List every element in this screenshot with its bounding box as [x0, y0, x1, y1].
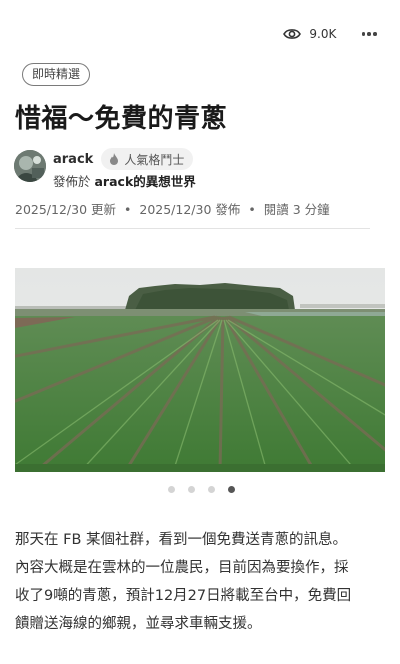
body-paragraph-line: 那天在 FB 某個社群，看到一個免費送青蔥的訊息。	[15, 532, 348, 548]
carousel-dot[interactable]	[208, 486, 215, 493]
article-title: 惜福～免費的青蔥	[15, 104, 228, 134]
author-badge: 人氣格鬥士	[101, 148, 194, 170]
view-count: 9.0K	[309, 27, 337, 41]
carousel-dot[interactable]	[168, 486, 175, 493]
divider	[15, 228, 370, 229]
author-line: arack 人氣格鬥士	[53, 148, 194, 170]
updated-date: 2025/12/30 更新	[15, 202, 117, 217]
meta-separator: •	[124, 202, 132, 217]
meta-separator: •	[248, 202, 256, 217]
blog-link[interactable]: arack的異想世界	[95, 174, 196, 189]
article-meta: 2025/12/30 更新 • 2025/12/30 發佈 • 閱讀 3 分鐘	[15, 199, 330, 218]
category-tag[interactable]: 即時精選	[22, 63, 91, 86]
body-paragraph-line: 內容大概是在雲林的一位農民，目前因為要換作，採	[15, 560, 349, 576]
top-bar: 9.0K	[283, 22, 378, 46]
carousel-indicator	[168, 486, 248, 493]
reading-time: 閱讀 3 分鐘	[263, 202, 330, 217]
carousel-dot[interactable]	[188, 486, 195, 493]
flame-icon	[110, 153, 119, 165]
author-name[interactable]: arack	[53, 152, 93, 167]
carousel-dot-active[interactable]	[228, 486, 235, 493]
body-paragraph-line: 收了9噸的青蔥，預計12月27日將載至台中，免費回	[15, 588, 352, 604]
article-photo[interactable]	[15, 268, 385, 472]
author-badge-label: 人氣格鬥士	[124, 152, 185, 167]
more-dots-icon[interactable]	[360, 22, 378, 46]
publish-line: 發佈於 arack的異想世界	[53, 171, 196, 190]
author-avatar[interactable]	[14, 150, 46, 182]
article-page: 9.0K 即時精選 惜福～免費的青蔥 arack 人氣格鬥士 發佈於 arack…	[0, 0, 400, 664]
view-counter: 9.0K	[283, 27, 336, 41]
body-paragraph-line: 饋贈送海線的鄉親，並尋求車輛支援。	[15, 616, 262, 632]
eye-icon	[283, 29, 302, 39]
published-prefix: 發佈於	[53, 174, 91, 189]
article-body: 那天在 FB 某個社群，看到一個免費送青蔥的訊息。 內容大概是在雲林的一位農民，…	[15, 526, 383, 638]
published-date: 2025/12/30 發佈	[139, 202, 241, 217]
